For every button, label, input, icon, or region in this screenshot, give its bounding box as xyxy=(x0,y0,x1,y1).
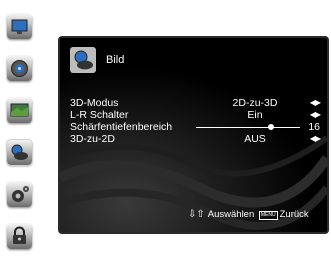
picture-3d-header-icon xyxy=(70,47,96,73)
row-label: Schärfentiefenbereich xyxy=(70,121,173,133)
left-right-arrow-icon[interactable]: ◀▶ xyxy=(310,97,321,109)
select-label: Auswählen xyxy=(207,209,255,220)
settings-menu-icon[interactable] xyxy=(7,182,32,207)
depth-slider-track[interactable] xyxy=(196,127,300,128)
left-right-arrow-icon[interactable]: ◀▶ xyxy=(310,133,321,145)
depth-slider-knob[interactable] xyxy=(267,124,274,130)
menu-sidebar xyxy=(0,0,40,258)
menu-title: Bild xyxy=(106,54,125,66)
row-value: 2D-zu-3D xyxy=(232,97,278,109)
left-right-arrow-icon[interactable]: ◀▶ xyxy=(310,109,321,121)
row-label: 3D-Modus xyxy=(70,97,119,109)
menu-row-depth-range[interactable]: Schärfentiefenbereich 16 xyxy=(70,121,322,133)
row-label: L-R Schalter xyxy=(70,109,129,121)
menu-row-3d-to-2d[interactable]: 3D-zu-2D AUS ◀▶ xyxy=(70,133,322,145)
menu-row-lr-switch[interactable]: L-R Schalter Ein ◀▶ xyxy=(70,109,322,121)
row-value: Ein xyxy=(247,109,263,121)
navigate-arrows-icon: ⇩⇧ xyxy=(188,209,205,220)
menu-row-3d-mode[interactable]: 3D-Modus 2D-zu-3D ◀▶ xyxy=(70,97,322,109)
channel-menu-icon[interactable] xyxy=(7,98,32,123)
picture-menu-panel: Bild 3D-Modus 2D-zu-3D ◀▶ L-R Schalter E… xyxy=(58,36,329,234)
menu-key-icon: MENU xyxy=(258,211,278,220)
lock-menu-icon[interactable] xyxy=(7,224,32,249)
menu-footer: ⇩⇧ Auswählen MENU Zurück xyxy=(188,209,309,220)
row-label: 3D-zu-2D xyxy=(70,133,115,145)
back-label: Zurück xyxy=(279,209,309,220)
picture-menu-icon[interactable] xyxy=(7,14,32,39)
depth-slider-value: 16 xyxy=(308,121,320,133)
row-value: AUS xyxy=(244,133,266,145)
sound-menu-icon[interactable] xyxy=(7,56,32,81)
picture-3d-menu-icon[interactable] xyxy=(6,139,33,166)
